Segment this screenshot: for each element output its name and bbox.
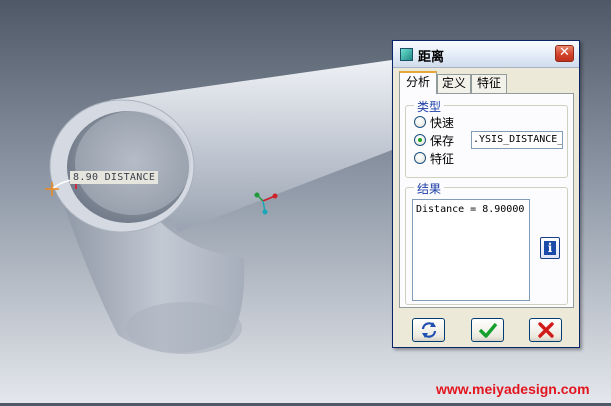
result-text-area[interactable]: Distance = 8.90000 xyxy=(412,199,530,301)
type-group: 类型 快速 保存 特征 .YSIS_DISTANCE_1 xyxy=(405,98,568,178)
close-button[interactable]: ✕ xyxy=(555,45,574,62)
repeat-button[interactable] xyxy=(412,318,445,342)
dialog-titlebar[interactable]: 距离 ✕ xyxy=(393,41,579,68)
radio-feature[interactable]: 特征 xyxy=(414,150,454,166)
result-group-title: 结果 xyxy=(414,180,445,197)
cancel-button[interactable] xyxy=(529,318,562,342)
tab-feature[interactable]: 特征 xyxy=(471,74,507,93)
checkmark-icon xyxy=(478,322,497,338)
radio-save-label: 保存 xyxy=(430,133,455,148)
distance-dialog: 距离 ✕ 分析 定义 特征 类型 快速 保存 特征 .YSIS_DISTANCE… xyxy=(392,40,580,348)
radio-save[interactable]: 保存 xyxy=(414,132,454,148)
ok-button[interactable] xyxy=(471,318,504,342)
dialog-app-icon xyxy=(400,48,413,61)
type-group-title: 类型 xyxy=(414,98,445,115)
analysis-tab-panel: 类型 快速 保存 特征 .YSIS_DISTANCE_1 结果 Distance… xyxy=(399,93,574,308)
result-group: 结果 Distance = 8.90000 i xyxy=(405,180,568,305)
watermark-text: www.meiyadesign.com xyxy=(436,381,590,397)
radio-save-button[interactable] xyxy=(414,134,426,146)
radio-feature-button[interactable] xyxy=(414,152,426,164)
tab-analysis[interactable]: 分析 xyxy=(399,71,437,94)
radio-feature-label: 特征 xyxy=(430,151,455,166)
distance-dimension-label: 8.90 DISTANCE xyxy=(70,171,159,184)
radio-quick-button[interactable] xyxy=(414,116,426,128)
dialog-title: 距离 xyxy=(418,50,445,65)
tab-definition[interactable]: 定义 xyxy=(437,74,471,93)
info-icon: i xyxy=(544,241,556,255)
save-name-input[interactable]: .YSIS_DISTANCE_1 xyxy=(471,131,563,149)
cancel-x-icon xyxy=(537,322,554,338)
repeat-arrows-icon xyxy=(421,322,436,338)
info-button[interactable]: i xyxy=(540,237,560,259)
radio-quick[interactable]: 快速 xyxy=(414,114,454,130)
radio-quick-label: 快速 xyxy=(430,115,455,130)
